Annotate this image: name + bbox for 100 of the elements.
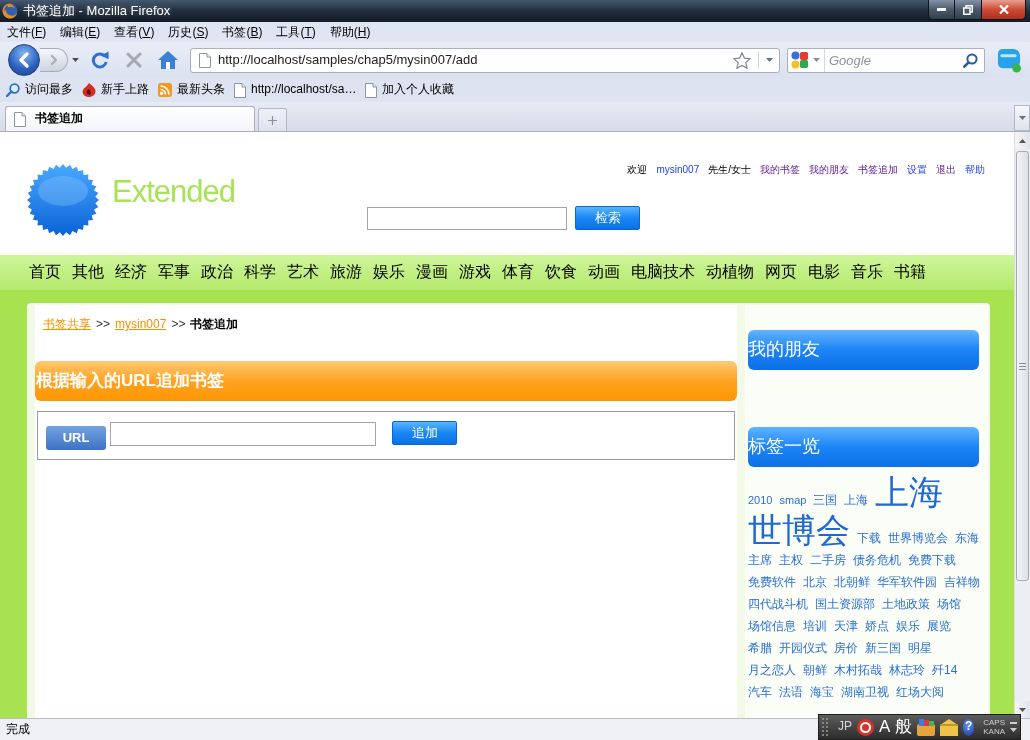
- address-bar[interactable]: http://localhost/samples/chap5/mysin007/add: [190, 47, 780, 73]
- menu-item[interactable]: 工具(T): [269, 23, 323, 41]
- tab[interactable]: 书签追加: [5, 106, 255, 131]
- tag-link[interactable]: 主席: [748, 549, 772, 571]
- category-link[interactable]: 政治: [201, 262, 233, 283]
- tag-link[interactable]: 北京: [803, 571, 827, 593]
- url-field[interactable]: [110, 422, 376, 447]
- tag-link[interactable]: 湖南卫视: [841, 681, 889, 703]
- tag-link[interactable]: 歼14: [932, 659, 958, 681]
- tag-link[interactable]: 世界博览会: [888, 527, 948, 549]
- tag-link[interactable]: smap: [779, 489, 807, 511]
- add-button[interactable]: 追加: [392, 421, 457, 446]
- toolbox-icon[interactable]: [917, 718, 936, 736]
- tag-link[interactable]: 汽车: [748, 681, 772, 703]
- tag-link[interactable]: 三国: [813, 489, 838, 511]
- tag-link[interactable]: 免费软件: [748, 571, 796, 593]
- home-button[interactable]: [157, 49, 179, 71]
- scrollbar-thumb[interactable]: [1016, 151, 1029, 581]
- category-link[interactable]: 娱乐: [373, 262, 405, 283]
- back-button[interactable]: [8, 44, 40, 76]
- conversion-mode-indicator[interactable]: 般: [895, 717, 913, 737]
- search-bar[interactable]: Google: [787, 47, 985, 73]
- new-tab-button[interactable]: [258, 108, 287, 131]
- header-link[interactable]: 帮助: [965, 163, 985, 176]
- category-link[interactable]: 电影: [808, 262, 840, 283]
- category-link[interactable]: 音乐: [851, 262, 883, 283]
- search-field[interactable]: Google: [824, 48, 959, 72]
- tiles-icon[interactable]: [791, 51, 809, 69]
- search-icon[interactable]: [963, 52, 978, 68]
- tag-link[interactable]: 天津: [834, 615, 858, 637]
- category-link[interactable]: 游戏: [459, 262, 491, 283]
- header-link[interactable]: mysin007: [656, 163, 700, 176]
- bookmark-item[interactable]: 访问最多: [3, 81, 76, 99]
- tag-link[interactable]: 娱乐: [896, 615, 920, 637]
- tag-link[interactable]: 国土资源部: [815, 593, 875, 615]
- tag-link[interactable]: 免费下载: [908, 549, 956, 571]
- tag-link[interactable]: 场馆: [937, 593, 961, 615]
- header-link[interactable]: 我的书签: [760, 163, 800, 176]
- category-link[interactable]: 饮食: [545, 262, 577, 283]
- menu-item[interactable]: 编辑(E): [53, 23, 108, 41]
- tag-link[interactable]: 新三国: [865, 637, 901, 659]
- category-link[interactable]: 网页: [765, 262, 797, 283]
- envelope-icon[interactable]: [940, 718, 959, 736]
- category-link[interactable]: 经济: [115, 262, 147, 283]
- tag-link[interactable]: 吉祥物: [944, 571, 980, 593]
- header-link[interactable]: 设置: [907, 163, 927, 176]
- tag-link[interactable]: 主权: [779, 549, 803, 571]
- header-link[interactable]: 书签追加: [858, 163, 898, 176]
- header-link[interactable]: 我的朋友: [809, 163, 849, 176]
- category-link[interactable]: 漫画: [416, 262, 448, 283]
- category-link[interactable]: 电脑技术: [631, 262, 695, 283]
- tag-link[interactable]: 林志玲: [889, 659, 925, 681]
- menu-item[interactable]: 查看(V): [107, 23, 162, 41]
- tag-link[interactable]: 场馆信息: [748, 615, 796, 637]
- menu-item[interactable]: 书签(B): [215, 23, 270, 41]
- bookmark-item[interactable]: 最新头条: [155, 81, 228, 99]
- reload-button[interactable]: [89, 49, 111, 71]
- tag-link[interactable]: 月之恋人: [748, 659, 796, 681]
- language-indicator[interactable]: JP: [838, 719, 852, 735]
- tag-link[interactable]: 四代战斗机: [748, 593, 808, 615]
- address-field[interactable]: http://localhost/samples/chap5/mysin007/add: [218, 51, 726, 69]
- menu-item[interactable]: 文件(F): [0, 23, 54, 41]
- tag-link[interactable]: 朝鲜: [803, 659, 827, 681]
- bookmark-item[interactable]: http://localhost/sa…: [231, 81, 360, 99]
- tag-link[interactable]: 世博会: [748, 511, 850, 549]
- tag-link[interactable]: 北朝鲜: [834, 571, 870, 593]
- tag-link[interactable]: 希腊: [748, 637, 772, 659]
- tag-link[interactable]: 二手房: [810, 549, 846, 571]
- tag-link[interactable]: 土地政策: [882, 593, 930, 615]
- category-link[interactable]: 旅游: [330, 262, 362, 283]
- tag-link[interactable]: 海宝: [810, 681, 834, 703]
- tag-link[interactable]: 2010: [748, 489, 773, 511]
- menu-item[interactable]: 历史(S): [161, 23, 216, 41]
- tag-link[interactable]: 木村拓哉: [834, 659, 882, 681]
- input-mode-indicator[interactable]: A: [879, 717, 891, 737]
- menu-item[interactable]: 帮助(H): [322, 23, 378, 41]
- category-link[interactable]: 动植物: [706, 262, 754, 283]
- search-field[interactable]: [367, 206, 567, 230]
- tag-link[interactable]: 华军软件园: [877, 571, 937, 593]
- category-link[interactable]: 体育: [502, 262, 534, 283]
- tag-link[interactable]: 下载: [857, 527, 881, 549]
- tab-list-button[interactable]: [1014, 105, 1030, 131]
- category-link[interactable]: 首页: [29, 262, 61, 283]
- tag-link[interactable]: 展览: [927, 615, 951, 637]
- tag-link[interactable]: 培训: [803, 615, 827, 637]
- close-button[interactable]: [982, 0, 1026, 20]
- category-link[interactable]: 艺术: [287, 262, 319, 283]
- bookmark-item[interactable]: 加入个人收藏: [362, 81, 458, 99]
- tag-link[interactable]: 上海: [875, 473, 944, 511]
- star-icon[interactable]: [733, 51, 751, 69]
- category-link[interactable]: 动画: [588, 262, 620, 283]
- scrollbar[interactable]: [1014, 132, 1030, 718]
- header-link[interactable]: 退出: [936, 163, 956, 176]
- restore-button[interactable]: [955, 0, 982, 20]
- chat-icon[interactable]: [997, 47, 1022, 73]
- category-link[interactable]: 书籍: [894, 262, 926, 283]
- ring-icon[interactable]: [857, 718, 874, 736]
- tag-link[interactable]: 债务危机: [853, 549, 901, 571]
- tag-link[interactable]: 法语: [779, 681, 803, 703]
- scroll-up-button[interactable]: [1015, 132, 1030, 149]
